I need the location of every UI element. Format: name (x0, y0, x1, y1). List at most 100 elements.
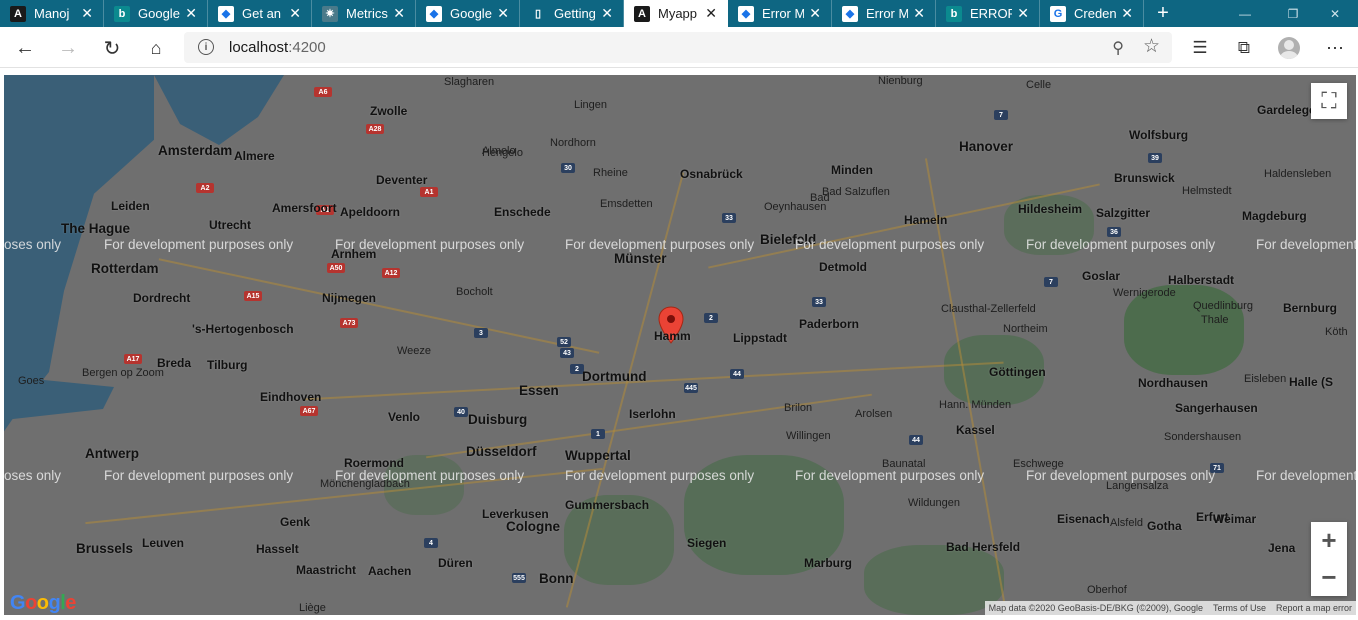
tab-6[interactable]: A Myapp ✕ (624, 0, 728, 27)
city-label: Göttingen (989, 365, 1046, 379)
highway-shield-nl: A67 (300, 406, 318, 416)
tab-close-icon[interactable]: ✕ (497, 5, 509, 21)
city-label: Nienburg (878, 75, 923, 87)
city-label: Enschede (494, 205, 551, 219)
city-label: Goes (18, 375, 45, 387)
highway-shield-nl: A28 (366, 124, 384, 134)
road (304, 361, 1004, 401)
city-label: Wildungen (908, 497, 960, 509)
city-label: Bad Salzuflen (822, 186, 890, 198)
dev-watermark: For development (1256, 468, 1356, 483)
city-label: Bernburg (1283, 301, 1337, 315)
site-info-icon[interactable]: i (198, 39, 214, 55)
forward-button[interactable]: → (53, 33, 83, 63)
city-label: Eisenach (1057, 512, 1110, 526)
highway-shield: 33 (722, 213, 736, 223)
report-map-error-link[interactable]: Report a map error (1276, 603, 1352, 613)
tab-close-icon[interactable]: ✕ (705, 5, 717, 21)
refresh-button[interactable]: ↻ (97, 33, 127, 63)
home-button[interactable]: ⌂ (141, 33, 171, 63)
tab-4[interactable]: ◆ Google ✕ (416, 0, 520, 27)
google-icon: G (1050, 5, 1066, 22)
tab-3[interactable]: ✷ Metrics ✕ (312, 0, 416, 27)
city-label: Dortmund (582, 369, 647, 384)
back-button[interactable]: ← (10, 33, 40, 63)
dev-watermark: For development purposes only (565, 237, 755, 252)
tab-10[interactable]: G Creden ✕ (1040, 0, 1144, 27)
city-label: Halberstadt (1168, 273, 1235, 287)
tab-close-icon[interactable]: ✕ (289, 5, 301, 21)
tab-close-icon[interactable]: ✕ (913, 5, 925, 21)
city-label: Celle (1026, 79, 1052, 91)
city-label: Sondershausen (1164, 431, 1242, 443)
tab-close-icon[interactable]: ✕ (1017, 5, 1029, 21)
favorite-star-icon[interactable]: ☆ (1143, 35, 1160, 58)
dev-watermark: oses only (4, 468, 62, 483)
city-label: Genk (280, 515, 311, 529)
city-label: Brilon (784, 402, 813, 414)
more-menu-icon[interactable]: ⋯ (1322, 35, 1348, 61)
city-label: Rheine (593, 167, 628, 179)
gcp-icon: ◆ (842, 5, 858, 22)
bing-icon: b (114, 5, 130, 22)
google-logo[interactable]: Google (10, 592, 76, 615)
maximize-icon[interactable]: ❐ (1270, 0, 1316, 27)
tab-close-icon[interactable]: ✕ (601, 5, 613, 21)
zoom-out-button[interactable]: − (1311, 559, 1347, 595)
zoom-in-button[interactable]: + (1311, 522, 1347, 558)
tab-title: Metrics (346, 6, 388, 21)
city-label: Wernigerode (1113, 287, 1176, 299)
city-label: Hameln (904, 213, 948, 227)
city-label: Arolsen (855, 408, 893, 420)
city-label: Bergen op Zoom (82, 367, 164, 379)
collections-icon[interactable]: ⧉ (1231, 35, 1257, 61)
tab-title: Google (138, 6, 180, 21)
gcp-icon: ◆ (738, 5, 754, 22)
tab-close-icon[interactable]: ✕ (393, 5, 405, 21)
city-label: Apeldoorn (340, 205, 400, 219)
tab-title: Google (450, 6, 492, 21)
city-label: Leverkusen (482, 507, 549, 521)
tab-title: Manoj (34, 6, 70, 21)
highway-shield: 30 (561, 163, 575, 173)
city-label: Clausthal-Zellerfeld (941, 303, 1036, 315)
dev-watermark: For development (1256, 237, 1356, 252)
tab-close-icon[interactable]: ✕ (81, 5, 93, 21)
google-map[interactable]: 3 52 43 2 2 44 445 33 33 30 40 1 4 555 4… (4, 75, 1356, 615)
city-label: Hildesheim (1018, 202, 1083, 216)
dev-watermark: For development purposes only (565, 468, 755, 483)
tab-1[interactable]: b Google ✕ (104, 0, 208, 27)
tab-title: ERROR (970, 6, 1012, 21)
terms-of-use-link[interactable]: Terms of Use (1213, 603, 1266, 613)
city-label: Lingen (574, 99, 608, 111)
address-bar[interactable]: i localhost:4200 ⚲ ☆ (184, 32, 1172, 63)
city-label: Bocholt (456, 286, 493, 298)
favorites-list-icon[interactable]: ☰ (1187, 35, 1213, 61)
city-label: Haldensleben (1264, 168, 1332, 180)
tab-close-icon[interactable]: ✕ (185, 5, 197, 21)
city-label: Cologne (506, 519, 560, 534)
tab-8[interactable]: ◆ Error M ✕ (832, 0, 936, 27)
city-label: Düsseldorf (466, 444, 537, 459)
window-close-icon[interactable]: ✕ (1312, 0, 1358, 27)
highway-shield-nl: A73 (340, 318, 358, 328)
new-tab-button[interactable]: + (1144, 0, 1182, 27)
tab-close-icon[interactable]: ✕ (809, 5, 821, 21)
tab-0[interactable]: A Manoj ✕ (0, 0, 104, 27)
tab-title: Creden (1074, 6, 1116, 21)
road (158, 258, 600, 354)
tab-5[interactable]: ▯ Getting ✕ (520, 0, 624, 27)
city-label: Weeze (397, 345, 432, 357)
tab-2[interactable]: ◆ Get an ✕ (208, 0, 312, 27)
zoom-magnifier-icon[interactable]: ⚲ (1112, 38, 1124, 58)
minimize-icon[interactable]: — (1222, 0, 1268, 27)
tab-close-icon[interactable]: ✕ (1121, 5, 1133, 21)
tab-9[interactable]: b ERROR ✕ (936, 0, 1040, 27)
highway-shield: 36 (1107, 227, 1121, 237)
city-label: Gotha (1147, 519, 1182, 533)
url-text[interactable]: localhost:4200 (229, 39, 326, 56)
fullscreen-button[interactable]: ⛶ (1311, 83, 1347, 119)
profile-avatar[interactable] (1278, 37, 1300, 59)
highway-shield-nl: A6 (314, 87, 332, 97)
tab-7[interactable]: ◆ Error M ✕ (728, 0, 832, 27)
